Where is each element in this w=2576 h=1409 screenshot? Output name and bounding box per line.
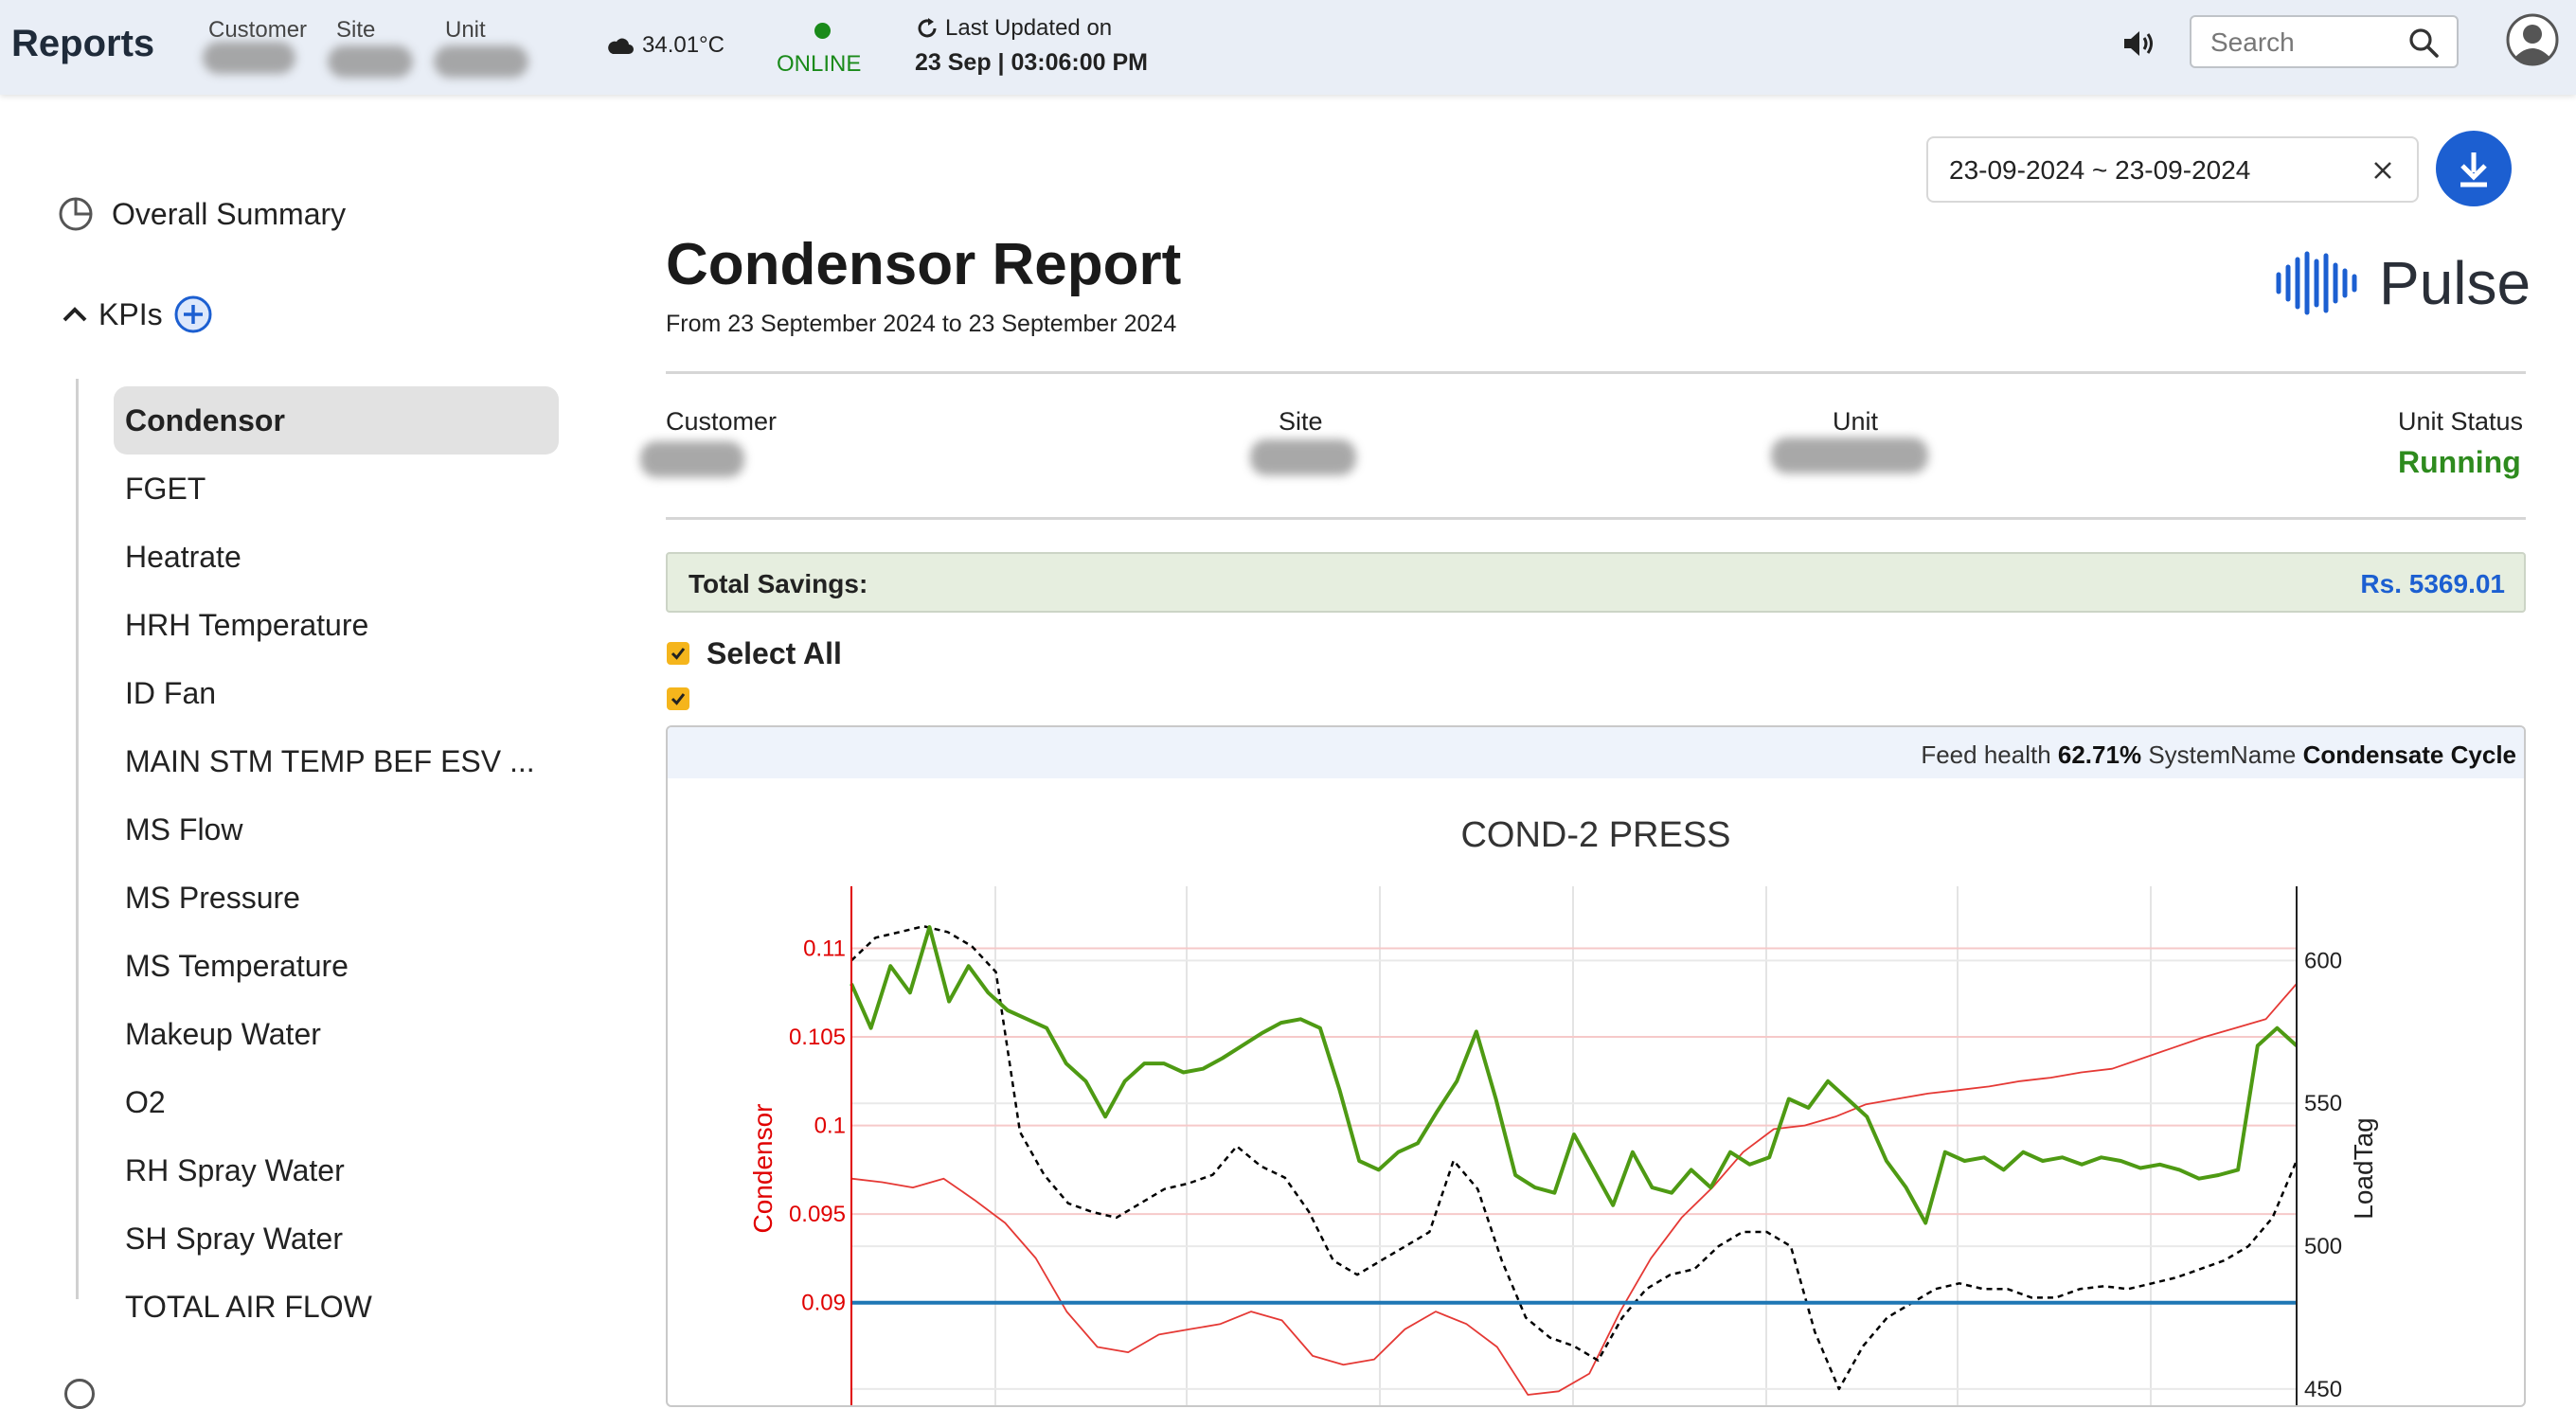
info-unit-value-redacted xyxy=(1771,437,1928,473)
last-updated-label: Last Updated on xyxy=(915,15,1112,42)
check-icon xyxy=(671,693,686,705)
condensor-chart: COND-2 PRESS 0.09 0.095 0.1 0.105 0.11 450 50… xyxy=(748,815,2378,1405)
user-avatar-icon[interactable] xyxy=(2506,13,2559,71)
date-range-value: 23-09-2024 ~ 23-09-2024 xyxy=(1949,155,2251,185)
kpi-item-main-stm-temp[interactable]: MAIN STM TEMP BEF ESV ... xyxy=(114,727,559,795)
kpi-item-total-air-flow[interactable]: TOTAL AIR FLOW xyxy=(114,1273,559,1341)
check-icon xyxy=(671,648,686,660)
kpi-item-ms-pressure[interactable]: MS Pressure xyxy=(114,864,559,932)
chart-left-tick-label: 0.11 xyxy=(803,936,846,961)
info-unit-status-label: Unit Status xyxy=(2398,407,2524,436)
kpi-item-condensor[interactable]: Condensor xyxy=(114,386,559,455)
kpi-list: Condensor FGET Heatrate HRH Temperature … xyxy=(114,386,559,1341)
refresh-icon[interactable] xyxy=(915,16,939,41)
report-title: Condensor Report xyxy=(666,232,1182,297)
search-input[interactable] xyxy=(2209,27,2402,59)
unit-status-value: Running xyxy=(2398,445,2521,479)
kpi-item-o2[interactable]: O2 xyxy=(114,1068,559,1136)
unit-value-redacted xyxy=(434,45,528,78)
date-range-picker[interactable]: 23-09-2024 ~ 23-09-2024 xyxy=(1926,136,2419,203)
total-savings-bar: Total Savings: Rs. 5369.01 xyxy=(666,552,2526,613)
chart-left-tick-label: 0.105 xyxy=(789,1025,846,1050)
chart-right-tick-label: 500 xyxy=(2304,1234,2342,1259)
chart-card: Feed health 62.71% SystemName Condensate… xyxy=(666,725,2526,1407)
divider-top xyxy=(666,371,2526,374)
waveform-logo-icon xyxy=(2276,251,2357,315)
app-title: Reports xyxy=(11,23,155,64)
customer-value-redacted xyxy=(203,42,295,74)
last-updated-value: 23 Sep | 03:06:00 PM xyxy=(915,49,1149,76)
chart-left-tick-label: 0.1 xyxy=(814,1114,846,1139)
search-box[interactable] xyxy=(2190,15,2459,68)
chart-left-axis-label: Condensor xyxy=(748,1104,778,1234)
kpi-item-rh-spray-water[interactable]: RH Spray Water xyxy=(114,1136,559,1204)
top-bar: Reports Customer Site Unit 34.01°C ONLIN… xyxy=(0,0,2576,95)
kpi-list-guide xyxy=(76,379,79,1299)
add-kpi-icon[interactable] xyxy=(172,294,214,335)
chart-right-tick-label: 550 xyxy=(2304,1091,2342,1116)
overall-summary-label: Overall Summary xyxy=(112,196,347,231)
chart-right-ticks: 450 500 550 600 xyxy=(2304,948,2342,1401)
info-customer-label: Customer xyxy=(666,407,778,436)
online-status-text: ONLINE xyxy=(777,51,862,77)
info-customer-value-redacted xyxy=(640,441,744,477)
kpi-item-id-fan[interactable]: ID Fan xyxy=(114,659,559,727)
cloud-icon xyxy=(608,38,634,54)
divider-bottom xyxy=(666,517,2526,520)
chart-right-tick-label: 600 xyxy=(2304,948,2342,973)
sidebar-next-item-icon xyxy=(64,1379,95,1409)
info-site-label: Site xyxy=(1279,407,1323,436)
unit-label: Unit xyxy=(445,17,486,43)
speaker-icon[interactable] xyxy=(2120,25,2157,67)
clear-date-icon[interactable] xyxy=(2370,157,2396,184)
kpi-item-ms-flow[interactable]: MS Flow xyxy=(114,795,559,864)
online-status-dot xyxy=(814,23,831,39)
kpi-item-makeup-water[interactable]: Makeup Water xyxy=(114,1000,559,1068)
info-unit-label: Unit xyxy=(1833,407,1879,436)
chart-title: COND-2 PRESS xyxy=(1460,815,1730,855)
temperature-value: 34.01°C xyxy=(642,32,724,58)
download-button[interactable] xyxy=(2436,131,2512,206)
kpis-section-header[interactable]: KPIs xyxy=(61,294,214,335)
kpi-item-fget[interactable]: FGET xyxy=(114,455,559,523)
kpis-label: KPIs xyxy=(98,296,163,331)
chart-left-tick-label: 0.09 xyxy=(801,1291,846,1316)
download-icon xyxy=(2460,152,2487,187)
kpi-item-sh-spray-water[interactable]: SH Spray Water xyxy=(114,1204,559,1273)
kpi-item-hrh-temperature[interactable]: HRH Temperature xyxy=(114,591,559,659)
total-savings-value: Rs. 5369.01 xyxy=(2360,569,2505,598)
site-value-redacted xyxy=(328,45,413,78)
kpi-item-heatrate[interactable]: Heatrate xyxy=(114,523,559,591)
site-label: Site xyxy=(336,17,376,43)
chart-left-tick-label: 0.095 xyxy=(789,1202,846,1227)
total-savings-label: Total Savings: xyxy=(689,569,868,598)
chevron-up-icon[interactable] xyxy=(61,303,89,326)
kpi-item-ms-temperature[interactable]: MS Temperature xyxy=(114,932,559,1000)
chart-right-axis-label: LoadTag xyxy=(2349,1117,2378,1219)
chart-checkbox[interactable] xyxy=(667,687,689,710)
weather: 34.01°C xyxy=(606,32,724,59)
select-all-checkbox[interactable] xyxy=(667,642,689,665)
chart-vertical-grid xyxy=(850,886,2298,1405)
pulse-logo: Pulse xyxy=(2275,248,2531,318)
customer-label: Customer xyxy=(208,17,308,43)
info-site-value-redacted xyxy=(1250,439,1356,475)
sidebar-overall-summary[interactable]: Overall Summary xyxy=(57,195,346,233)
chart-right-tick-label: 450 xyxy=(2304,1377,2342,1402)
last-updated-text: Last Updated on xyxy=(945,15,1113,41)
search-icon[interactable] xyxy=(2407,27,2440,59)
chart-left-ticks: 0.09 0.095 0.1 0.105 0.11 xyxy=(789,936,846,1315)
report-subtitle: From 23 September 2024 to 23 September 2… xyxy=(666,311,1177,337)
select-all-label: Select All xyxy=(707,636,842,670)
pulse-logo-text: Pulse xyxy=(2379,249,2531,317)
pie-chart-icon xyxy=(59,197,93,231)
